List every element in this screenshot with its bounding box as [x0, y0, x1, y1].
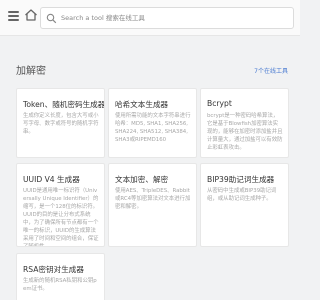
card-title: BIP39助记词生成器: [207, 175, 275, 184]
tool-card-rsa-keypair[interactable]: RSA密钥对生成器 生成新的随机RSA私钥和公钥pem证书。: [16, 253, 105, 300]
card-description: 使用AES、TripleDES、Rabbit或RC4等加密算法对文本进行加密和解…: [115, 188, 191, 210]
section-title: 加解密: [16, 66, 46, 77]
card-description: 生成新的随机RSA私钥和公钥pem证书。: [23, 278, 97, 292]
tool-card-hash-text[interactable]: 哈希文本生成器 使用所需功能的文本字符串进行哈希：MD5, SHA1, SHA2…: [108, 88, 197, 158]
card-description: UUID是通用唯一标识符（Universally Unique Identifi…: [23, 188, 99, 247]
search-icon: [46, 13, 57, 24]
search-input[interactable]: Search a tool 搜索在线工具: [40, 7, 294, 29]
card-description: 使用所需功能的文本字符串进行哈希：MD5, SHA1, SHA256, SHA2…: [115, 113, 191, 143]
card-title: RSA密钥对生成器: [23, 265, 84, 274]
card-title: 文本加密、解密: [115, 175, 169, 184]
top-bar: Search a tool 搜索在线工具: [0, 0, 300, 36]
card-title: 哈希文本生成器: [115, 100, 169, 109]
card-title: Bcrypt: [207, 99, 232, 108]
tool-card-bcrypt[interactable]: Bcrypt bcrypt是一种密码哈希算法，它是基于Blowfish加密算法实…: [200, 88, 289, 158]
card-description: bcrypt是一种密码哈希算法，它是基于Blowfish加密算法实现的，能够在加…: [207, 113, 283, 151]
card-title: Token、随机密码生成器: [23, 100, 105, 109]
card-description: 从密码中生成或BIP39助记词组，或从助记词生成种子。: [207, 188, 277, 202]
view-all-link[interactable]: 7个在线工具: [254, 66, 288, 75]
tool-card-text-encrypt-decrypt[interactable]: 文本加密、解密 使用AES、TripleDES、Rabbit或RC4等加密算法对…: [108, 163, 197, 247]
card-title: UUID V4 生成器: [23, 175, 80, 184]
home-icon[interactable]: [24, 8, 38, 22]
tool-card-uuid-generator[interactable]: UUID V4 生成器 UUID是通用唯一标识符（Universally Uni…: [16, 163, 105, 247]
search-placeholder: Search a tool 搜索在线工具: [61, 14, 145, 22]
card-description: 生成你定义长度，包含大写或小写字母、数字或符号的随机字符串。: [23, 113, 99, 135]
tool-card-bip39-generator[interactable]: BIP39助记词生成器 从密码中生成或BIP39助记词组，或从助记词生成种子。: [200, 163, 289, 247]
menu-icon[interactable]: [8, 11, 19, 21]
tool-card-token-generator[interactable]: Token、随机密码生成器 生成你定义长度，包含大写或小写字母、数字或符号的随机…: [16, 88, 105, 158]
